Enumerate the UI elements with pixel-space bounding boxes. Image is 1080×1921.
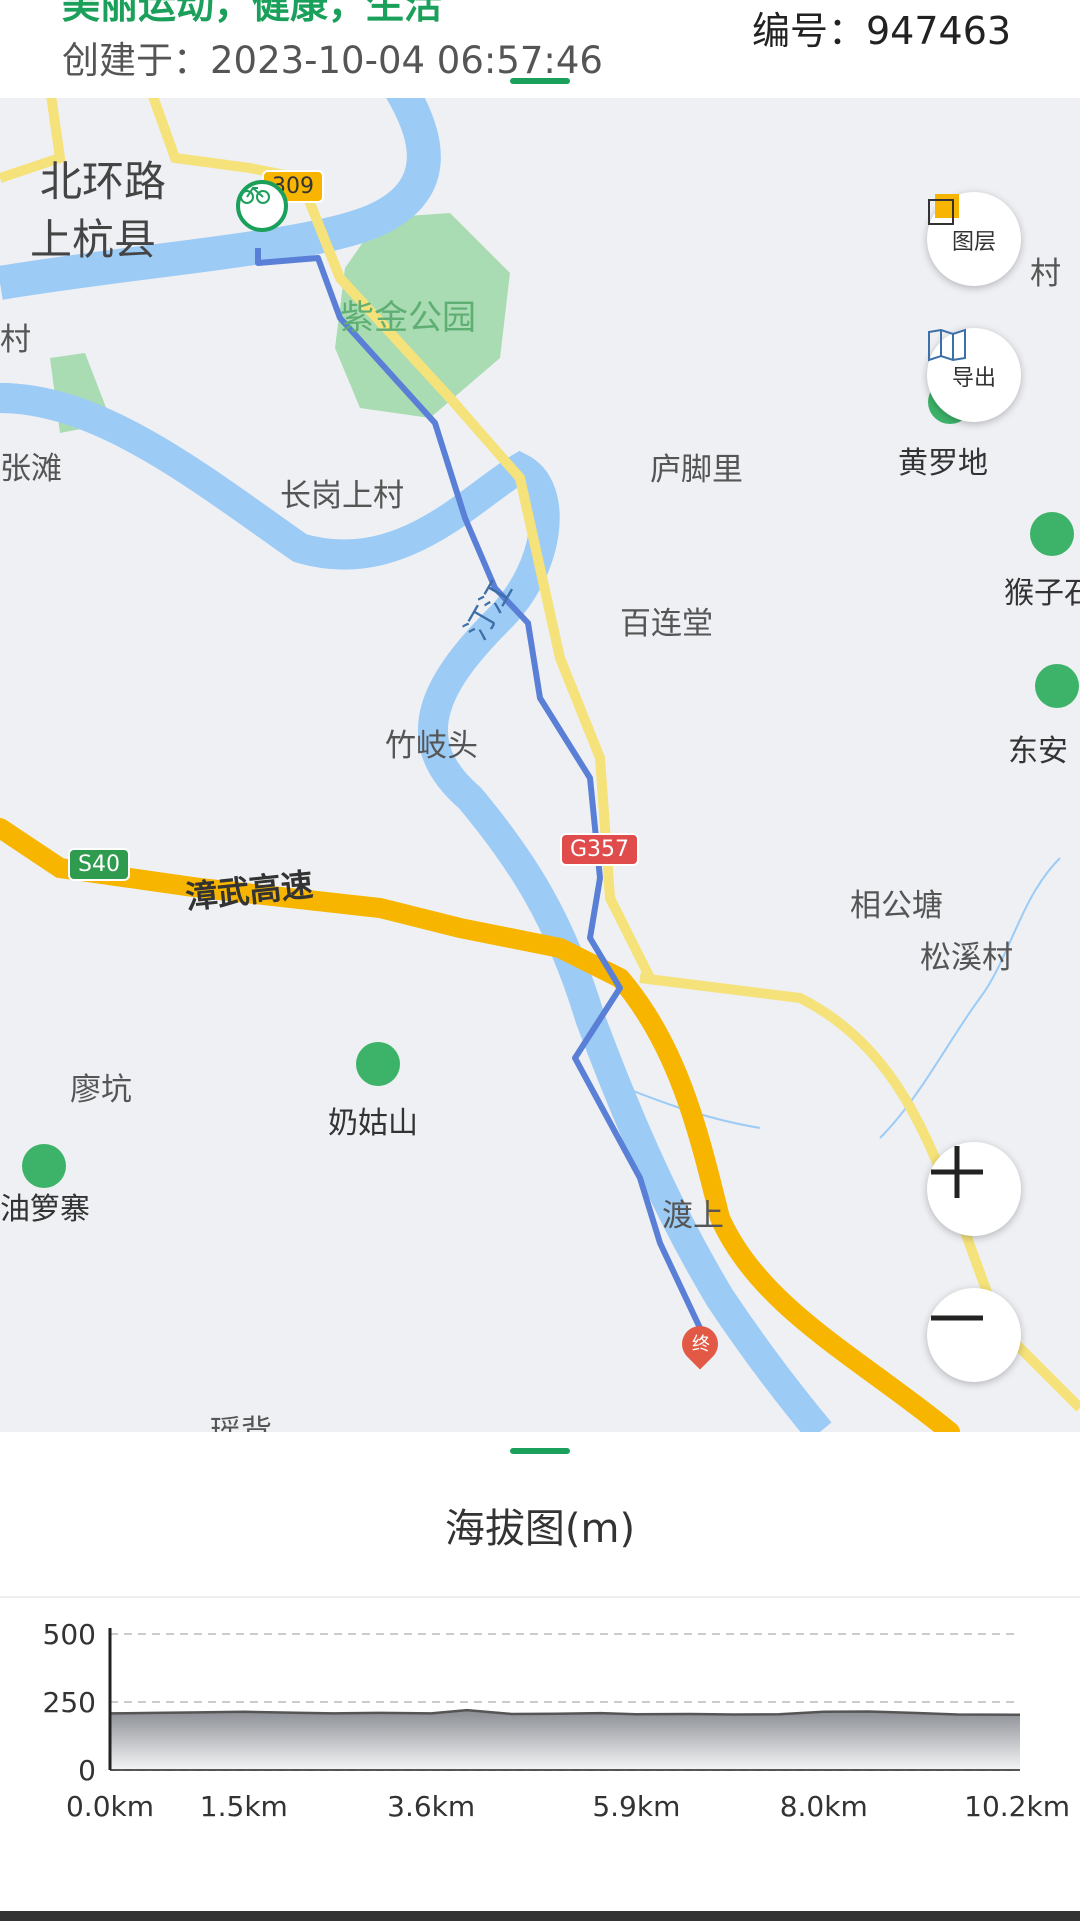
label-songxicun: 松溪村	[920, 940, 1013, 976]
route-map[interactable]: 北环路 上杭县 紫金公园 张滩 长岗上村 庐脚里 黄罗地 猴子石 汀江 百连堂 …	[0, 98, 1080, 1432]
label-shanghangxian: 上杭县	[30, 215, 157, 264]
label-cun-left: 村	[0, 322, 31, 358]
x-tick-label: 8.0km	[780, 1790, 868, 1823]
x-tick-label: 5.9km	[592, 1790, 680, 1823]
label-naigushan: 奶姑山	[328, 1106, 418, 1141]
label-yaobei: 瑶背	[210, 1414, 272, 1432]
elevation-chart: 0 250 500 0.0km 1.5km 3.6km 5.9km 8.0km 10.2km	[43, 1618, 1070, 1823]
label-lujiaoli: 庐脚里	[650, 452, 743, 488]
poi-pin-icon	[1030, 512, 1074, 556]
label-cun-right: 村	[1030, 256, 1061, 292]
poi-pin-icon	[1035, 664, 1079, 708]
label-houzi: 猴子石	[1004, 576, 1080, 611]
route-header: 美丽运动，健康，生活 创建于：2023-10-04 06:57:46 编号：94…	[0, 0, 1080, 98]
y-tick-label: 0	[78, 1754, 96, 1787]
plus-icon	[931, 1146, 983, 1198]
route-serial: 编号：947463	[752, 9, 1012, 53]
y-tick-label: 250	[43, 1686, 96, 1719]
x-tick-label: 0.0km	[66, 1790, 154, 1823]
label-zhuqitou: 竹岐头	[385, 728, 478, 764]
route-end-label: 终	[692, 1334, 710, 1355]
minus-icon	[931, 1315, 983, 1321]
label-zijin-park: 紫金公园	[340, 298, 476, 338]
shield-g357: G357	[560, 833, 640, 866]
elevation-panel: 海拔图(m) 0 250 500 0.0km 1.5km 3.6km 5.9km 8.0km 1…	[0, 1432, 1080, 1921]
label-beihuanlu: 北环路	[40, 157, 167, 206]
label-bailiantang: 百连堂	[620, 606, 713, 642]
label-changgang: 长岗上村	[280, 478, 404, 514]
highway-s40	[0, 818, 960, 1432]
label-youluozhai: 油箩寨	[0, 1192, 90, 1227]
zoom-in-button[interactable]	[927, 1142, 1021, 1236]
label-xianggongtang: 相公塘	[850, 888, 943, 924]
elevation-area	[110, 1710, 1020, 1770]
label-huangluodi: 黄罗地	[898, 446, 988, 481]
label-dongan: 东安	[1008, 734, 1068, 769]
created-time: 创建于：2023-10-04 06:57:46	[62, 39, 603, 82]
layers-label: 图层	[951, 230, 996, 255]
layers-icon	[928, 194, 959, 225]
export-button[interactable]: 导出	[927, 328, 1021, 422]
route-start-bike-icon	[236, 180, 288, 232]
zoom-out-button[interactable]	[927, 1288, 1021, 1382]
label-liaokeng: 廖坑	[70, 1072, 132, 1108]
poi-pin-icon	[356, 1042, 400, 1086]
route-title: 美丽运动，健康，生活	[62, 0, 443, 27]
export-label: 导出	[951, 366, 996, 391]
shield-s40: S40	[68, 848, 130, 881]
drag-handle[interactable]	[510, 1448, 570, 1454]
x-tick-label: 10.2km	[964, 1790, 1070, 1823]
elevation-title: 海拔图(m)	[444, 1506, 636, 1552]
map-export-icon	[928, 328, 966, 362]
label-dushang: 渡上	[662, 1198, 724, 1234]
x-tick-label: 1.5km	[200, 1790, 288, 1823]
poi-pin-icon	[22, 1144, 66, 1188]
system-nav-bar	[0, 1911, 1080, 1921]
y-tick-label: 500	[43, 1618, 96, 1651]
bicycle-icon	[240, 186, 270, 204]
tab-indicator	[510, 78, 570, 84]
map-canvas	[0, 98, 1080, 1432]
layers-button[interactable]: 图层	[927, 192, 1021, 286]
label-zhangtan: 张滩	[0, 451, 62, 487]
x-tick-label: 3.6km	[387, 1790, 475, 1823]
